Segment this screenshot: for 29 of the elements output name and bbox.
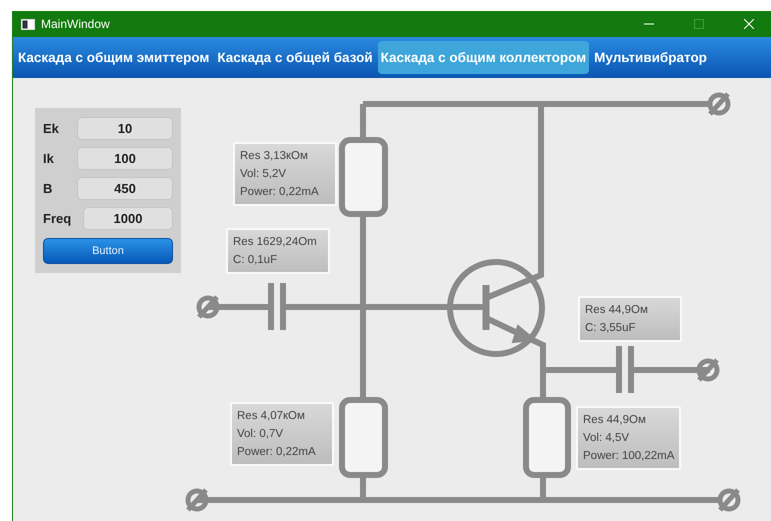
parameter-field[interactable]: 1000 bbox=[83, 207, 173, 230]
component-info-text: Power: 0,22mA bbox=[237, 445, 317, 460]
component-info-text: Vol: 0,7V bbox=[237, 427, 284, 442]
tab[interactable]: Каскада с общим коллектором bbox=[378, 41, 590, 74]
component-info-text: Res 44,9Ом bbox=[583, 413, 647, 428]
tab[interactable]: Каскада с общей базой bbox=[214, 41, 376, 74]
component-info-text: C: 0,1uF bbox=[233, 253, 278, 268]
parameter-field[interactable]: 100 bbox=[77, 147, 173, 170]
tab[interactable]: Мультивибратор bbox=[591, 41, 710, 74]
parameter-label: Freq bbox=[43, 211, 72, 226]
window-icon bbox=[21, 18, 35, 30]
component-info-text: Res 4,07кОм bbox=[237, 409, 306, 424]
component-info-text: C: 3,55uF bbox=[585, 321, 636, 336]
component-info-text: Power: 100,22mA bbox=[583, 449, 674, 464]
parameter-field[interactable]: 450 bbox=[77, 177, 173, 200]
component-info-text: Vol: 5,2V bbox=[240, 167, 288, 182]
close-icon[interactable] bbox=[744, 19, 754, 29]
parameter-field[interactable]: 10 bbox=[77, 117, 173, 140]
calculate-button[interactable]: Button bbox=[43, 238, 173, 264]
tab[interactable]: Каскада с общим эмиттером bbox=[15, 41, 212, 74]
component-info-text: Power: 0,22mA bbox=[240, 185, 320, 200]
parameter-label: Ik bbox=[43, 151, 55, 166]
component-info-text: Res 3,13кОм bbox=[240, 149, 309, 164]
window-title: MainWindow bbox=[41, 17, 111, 31]
component-info-text: Res 1629,24Om bbox=[233, 235, 318, 250]
parameter-label: B bbox=[43, 181, 54, 196]
component-info-text: Vol: 4,5V bbox=[583, 431, 630, 446]
component-info-text: Res 44,9Ом bbox=[585, 303, 649, 318]
parameter-label: Ek bbox=[43, 121, 60, 136]
